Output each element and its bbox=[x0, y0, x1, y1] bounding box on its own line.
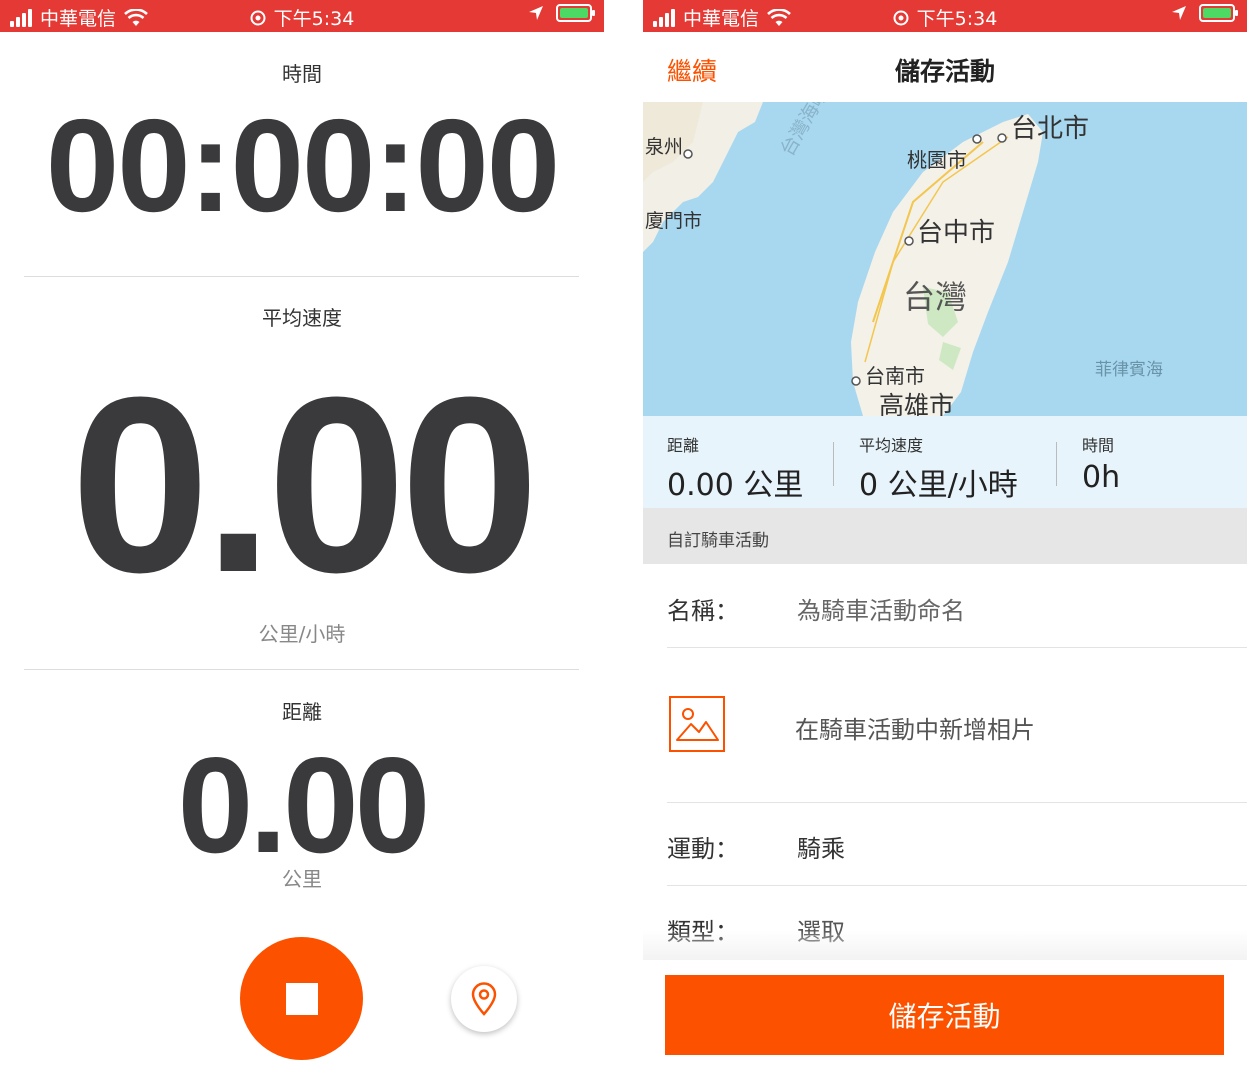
photo-icon[interactable] bbox=[669, 696, 725, 752]
section-title: 自訂騎車活動 bbox=[667, 531, 769, 551]
map-pin-icon bbox=[471, 982, 497, 1016]
location-arrow-icon bbox=[1172, 6, 1186, 20]
map-label-quanzhou: 泉州 bbox=[645, 136, 684, 158]
activity-name-input[interactable]: 為騎車活動命名 bbox=[797, 591, 965, 626]
divider bbox=[24, 669, 579, 670]
map-label-xiamen: 廈門市 bbox=[645, 210, 703, 232]
alarm-lock-icon bbox=[250, 10, 266, 25]
time-value: 00:00:00 bbox=[45, 92, 560, 239]
sport-selector[interactable]: 騎乘 bbox=[797, 829, 845, 864]
stat-label: 平均速度 bbox=[859, 436, 924, 455]
stat-time: 時間 0h bbox=[1082, 432, 1120, 495]
distance-label: 距離 bbox=[282, 700, 322, 724]
avg-speed-value: 0.00 bbox=[70, 345, 540, 624]
recording-screen: 中華電信 下午5:34 時間 00:00:00 平均速度 0.00 公里/小時 … bbox=[0, 0, 604, 1080]
page-title: 儲存活動 bbox=[894, 57, 995, 86]
status-bar: 中華電信 下午5:34 bbox=[0, 0, 604, 32]
row-divider bbox=[667, 802, 1247, 803]
row-divider bbox=[667, 885, 1247, 886]
status-time: 下午5:34 bbox=[916, 8, 998, 30]
stat-value: 0 公里/小時 bbox=[859, 468, 1018, 503]
map-label-taiwan: 台灣 bbox=[903, 278, 968, 316]
status-time: 下午5:34 bbox=[273, 8, 355, 30]
stat-distance: 距離 0.00 公里 bbox=[667, 432, 803, 504]
map-label-kaohsiung: 高雄市 bbox=[879, 391, 955, 416]
stat-separator bbox=[833, 442, 834, 486]
battery-icon bbox=[1199, 4, 1238, 22]
avg-speed-unit: 公里/小時 bbox=[258, 622, 346, 646]
stat-value: 0h bbox=[1082, 460, 1121, 495]
map-label-tainan: 台南市 bbox=[865, 364, 925, 388]
stop-button[interactable] bbox=[240, 937, 363, 1060]
save-activity-screen: 中華電信 下午5:34 繼續 儲存活動 泉州 廈門市 台灣海峽 桃園市 台北市 … bbox=[643, 0, 1247, 1080]
add-photo-button[interactable]: 在騎車活動中新增相片 bbox=[795, 710, 1035, 745]
time-label: 時間 bbox=[282, 62, 322, 86]
route-map[interactable]: 泉州 廈門市 台灣海峽 桃園市 台北市 台中市 台灣 菲律賓海 台南市 高雄市 bbox=[643, 102, 1247, 416]
scroll-fade bbox=[643, 930, 1247, 960]
distance-value: 0.00 bbox=[177, 729, 431, 881]
alarm-lock-icon bbox=[893, 10, 909, 25]
stat-value: 0.00 公里 bbox=[667, 468, 804, 503]
distance-unit: 公里 bbox=[282, 867, 322, 891]
location-arrow-icon bbox=[529, 6, 543, 20]
location-button[interactable] bbox=[451, 966, 517, 1032]
map-label-philippine-sea: 菲律賓海 bbox=[1095, 360, 1163, 380]
map-label-taipei: 台北市 bbox=[1011, 114, 1090, 144]
battery-icon bbox=[556, 4, 595, 22]
map-label-taoyuan: 桃園市 bbox=[907, 148, 967, 172]
row-divider bbox=[667, 647, 1247, 648]
status-bar: 中華電信 下午5:34 bbox=[643, 0, 1247, 32]
name-label: 名稱： bbox=[667, 597, 739, 625]
map-label-taichung: 台中市 bbox=[917, 218, 996, 248]
stat-avg-speed: 平均速度 0 公里/小時 bbox=[859, 432, 1018, 504]
section-header: 自訂騎車活動 bbox=[643, 508, 1247, 564]
divider bbox=[24, 276, 579, 277]
nav-bar: 繼續 儲存活動 bbox=[643, 32, 1247, 102]
stop-icon bbox=[285, 982, 318, 1015]
sport-label: 運動： bbox=[667, 835, 739, 863]
activity-stats: 距離 0.00 公里 平均速度 0 公里/小時 時間 0h bbox=[643, 416, 1247, 508]
stat-label: 距離 bbox=[667, 436, 700, 455]
avg-speed-label: 平均速度 bbox=[262, 306, 342, 330]
stat-label: 時間 bbox=[1082, 436, 1115, 455]
save-activity-button[interactable]: 儲存活動 bbox=[665, 975, 1224, 1055]
stat-separator bbox=[1056, 442, 1057, 486]
